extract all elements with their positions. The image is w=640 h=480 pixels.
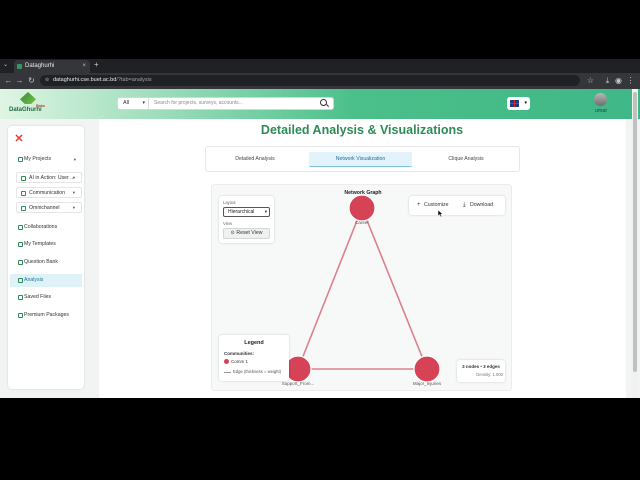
stats-density: Density: 1.000 — [476, 372, 503, 377]
view-label: View — [223, 221, 233, 226]
graph-node[interactable] — [413, 355, 441, 383]
legend-swatch-icon — [224, 359, 229, 364]
graph-edge[interactable] — [297, 207, 363, 370]
legend-communities: Communities: — [224, 351, 255, 356]
legend-title: Legend — [244, 340, 264, 346]
download-button[interactable]: ⤓ Download — [460, 199, 502, 212]
customize-button[interactable]: + Customize — [414, 199, 456, 212]
reset-view-button[interactable]: ⊙ Reset View — [223, 228, 270, 239]
legend-community-label: Comm 1 — [231, 359, 249, 364]
layout-select-value: Hierarchical — [228, 209, 255, 215]
graph-node-label: Career — [355, 220, 369, 225]
chevron-down-icon: ▾ — [264, 209, 267, 214]
download-icon: ⤓ — [463, 202, 466, 208]
network-graph[interactable]: Career Support_From... Major_Injuries — [0, 0, 640, 480]
legend-edge-line-icon — [224, 372, 231, 373]
screen: ⌄ Dataghurhi × + ← → ↻ ⊚ dataghurhi.cse.… — [0, 0, 640, 480]
graph-node-label: Support_From... — [282, 381, 315, 386]
customize-label: Customize — [424, 202, 449, 208]
plus-icon: + — [417, 202, 421, 208]
mouse-cursor-icon — [438, 210, 444, 217]
stats-counts: 3 nodes • 3 edges — [462, 364, 500, 369]
graph-node-label: Major_Injuries — [413, 381, 442, 386]
download-label: Download — [470, 202, 494, 208]
layout-select[interactable]: Hierarchical ▾ — [223, 207, 270, 217]
graph-node[interactable] — [348, 194, 376, 222]
scrollbar-thumb[interactable] — [633, 92, 637, 372]
graph-edge[interactable] — [361, 207, 428, 370]
layout-label: Layout — [223, 200, 236, 205]
legend-edge-label: Edge (thickness = weight) — [233, 369, 282, 374]
